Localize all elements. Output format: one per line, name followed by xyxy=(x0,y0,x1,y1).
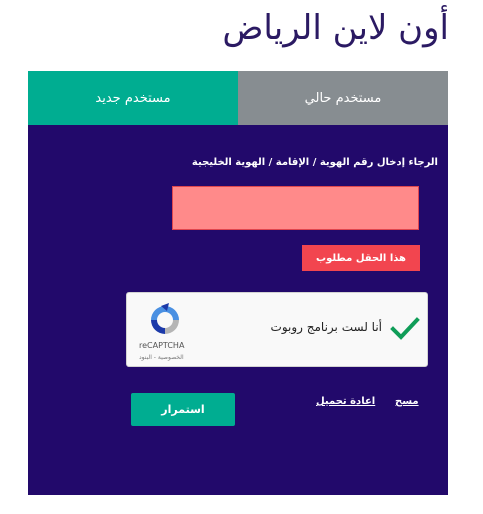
id-number-input[interactable] xyxy=(172,186,419,230)
checkmark-icon xyxy=(390,317,420,340)
tab-new-user[interactable]: مستخدم جديد xyxy=(28,71,238,125)
reload-link[interactable]: اعادة تحميل xyxy=(316,396,375,407)
recaptcha-privacy-terms[interactable]: الخصوصية - البنود xyxy=(139,354,184,361)
recaptcha-label: أنا لست برنامج روبوت xyxy=(270,320,382,334)
required-field-error: هذا الحقل مطلوب xyxy=(302,245,420,271)
login-card: مستخدم جديد مستخدم حالي الرجاء إدخال رقم… xyxy=(28,71,448,495)
recaptcha-widget: أنا لست برنامج روبوت reCAPTCHA الخصوصية … xyxy=(126,292,428,367)
id-instruction-label: الرجاء إدخال رقم الهوية / الإقامة / الهو… xyxy=(191,157,438,168)
tab-current-user[interactable]: مستخدم حالي xyxy=(238,71,448,125)
recaptcha-checkbox[interactable] xyxy=(390,314,420,344)
recaptcha-logo-icon xyxy=(151,303,179,334)
page-title: أون لاين الرياض xyxy=(222,8,449,48)
continue-button[interactable]: استمرار xyxy=(131,393,235,426)
recaptcha-brand: reCAPTCHA xyxy=(139,341,185,350)
user-tabs: مستخدم جديد مستخدم حالي xyxy=(28,71,448,125)
clear-link[interactable]: مسح xyxy=(395,396,419,407)
